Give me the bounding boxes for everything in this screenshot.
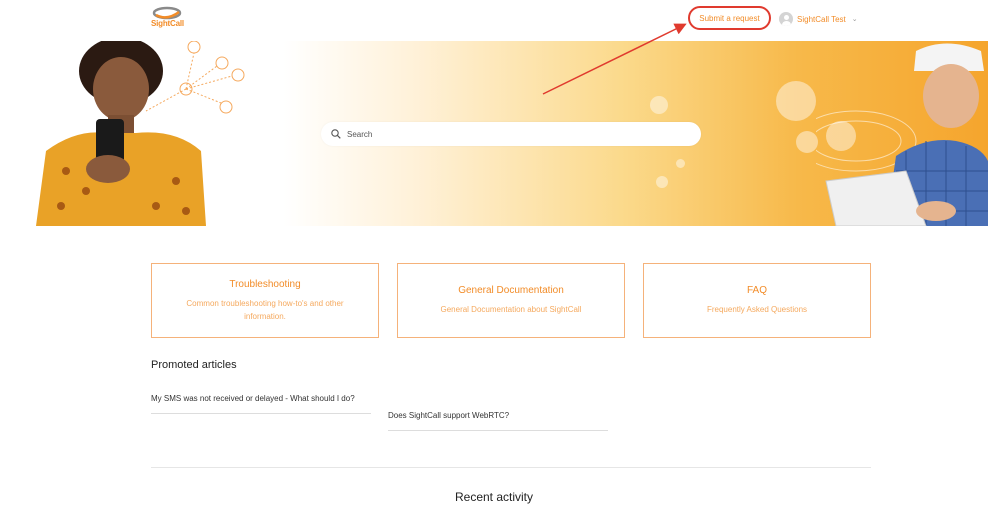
recent-activity-heading: Recent activity	[454, 490, 534, 504]
avatar	[779, 12, 793, 26]
woman-with-phone-image	[36, 41, 245, 226]
card-title: Troubleshooting	[229, 278, 301, 290]
submit-request-button[interactable]: Submit a request	[688, 6, 771, 30]
user-name: SightCall Test	[797, 14, 846, 24]
user-menu[interactable]: SightCall Test ⌄	[779, 11, 858, 27]
search-icon	[331, 129, 341, 139]
hero-banner	[36, 41, 988, 226]
category-card-general-documentation[interactable]: General Documentation General Documentat…	[397, 263, 625, 338]
bokeh-decoration	[656, 176, 668, 188]
logo-text: SightCall	[151, 19, 184, 28]
category-card-troubleshooting[interactable]: Troubleshooting Common troubleshooting h…	[151, 263, 379, 338]
card-title: General Documentation	[458, 285, 564, 296]
card-description: Frequently Asked Questions	[706, 305, 808, 314]
card-description: General Documentation about SightCall	[440, 305, 582, 314]
promoted-article-link[interactable]: Does SightCall support WebRTC?	[388, 409, 608, 431]
promoted-article-link[interactable]: My SMS was not received or delayed - Wha…	[151, 392, 371, 414]
search-input[interactable]	[347, 129, 667, 139]
card-description: Common troubleshooting how-to's and othe…	[186, 298, 344, 321]
chevron-down-icon: ⌄	[851, 16, 858, 23]
category-card-faq[interactable]: FAQ Frequently Asked Questions	[643, 263, 871, 338]
bokeh-decoration	[676, 159, 685, 168]
bokeh-decoration	[650, 96, 668, 114]
card-title: FAQ	[746, 285, 767, 296]
bokeh-decoration	[776, 81, 816, 121]
bokeh-decoration	[796, 131, 818, 153]
promoted-articles-heading: Promoted articles	[151, 359, 237, 371]
man-with-tablet-image	[816, 43, 988, 226]
section-divider	[151, 467, 871, 468]
search-bar[interactable]	[321, 122, 701, 146]
